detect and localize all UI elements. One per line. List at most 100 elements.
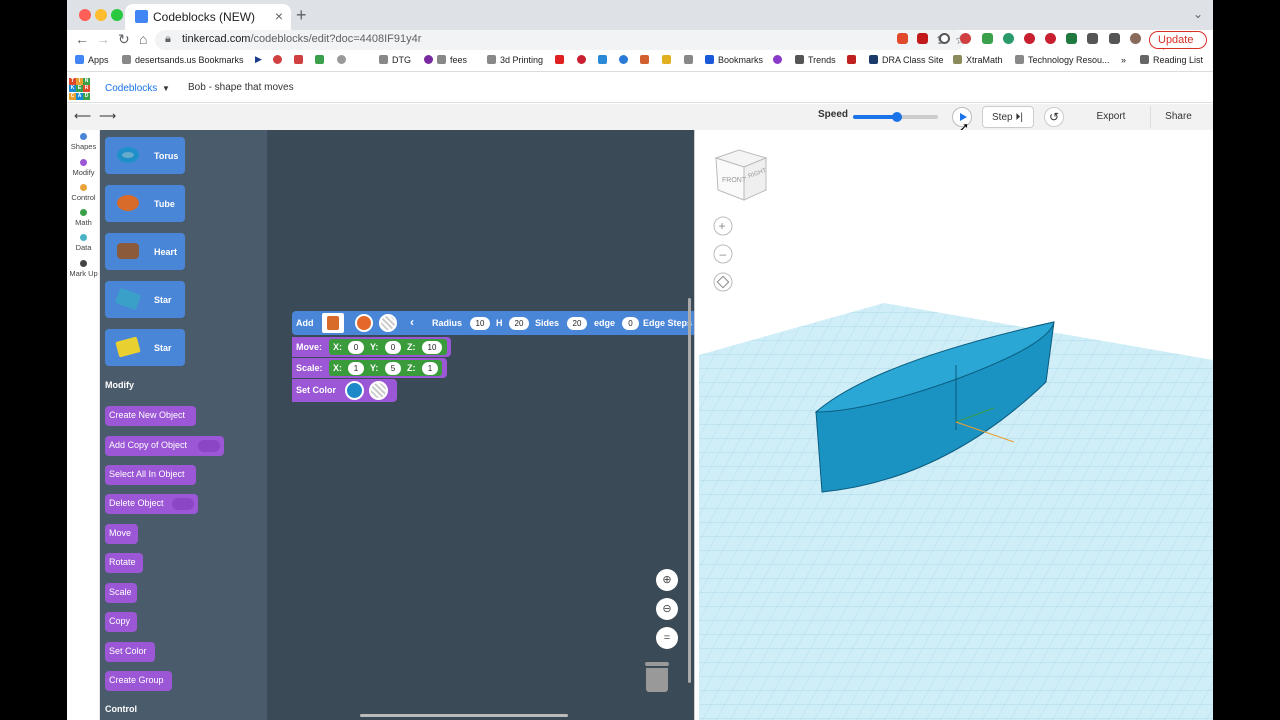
bookmark-icon[interactable] bbox=[337, 55, 350, 65]
bookmark-icon[interactable] bbox=[847, 55, 860, 65]
create-new-object-block[interactable]: Create New Object bbox=[105, 406, 196, 426]
bookmark-icon[interactable] bbox=[315, 55, 328, 65]
avatar[interactable] bbox=[1130, 33, 1141, 44]
bookmark-icon[interactable] bbox=[598, 55, 611, 65]
bookmark-3d-printing[interactable]: 3d Printing bbox=[487, 55, 543, 65]
fit-view-icon[interactable] bbox=[713, 272, 733, 292]
reset-zoom-button[interactable]: = bbox=[656, 627, 678, 649]
scale-z-input[interactable]: 1 bbox=[422, 362, 438, 375]
category-data[interactable]: Data bbox=[67, 234, 100, 252]
puzzle-icon[interactable] bbox=[1087, 33, 1098, 44]
color-swatch[interactable] bbox=[355, 314, 373, 332]
star-block[interactable]: Star bbox=[105, 281, 185, 318]
create-group-block[interactable]: Create Group bbox=[105, 671, 172, 691]
scale-block[interactable]: Scale: X: 1 Y: 5 Z: 1 bbox=[292, 358, 447, 378]
hole-swatch[interactable] bbox=[369, 381, 388, 400]
view-cube[interactable]: FRONT RIGHT bbox=[714, 149, 768, 201]
bookmark-dra-class-site[interactable]: DRA Class Site bbox=[869, 55, 944, 65]
bookmark-folder[interactable]: desertsands.us Bookmarks bbox=[122, 55, 244, 65]
bookmark-icon[interactable] bbox=[662, 55, 675, 65]
trash-icon[interactable] bbox=[645, 662, 669, 692]
move-y-input[interactable]: 0 bbox=[385, 341, 401, 354]
browser-tab[interactable]: Codeblocks (NEW) × bbox=[125, 4, 291, 30]
bookmark-icon[interactable] bbox=[773, 55, 786, 65]
reading-list[interactable]: Reading List bbox=[1140, 55, 1203, 65]
tab-search-icon[interactable]: ⌄ bbox=[1193, 7, 1203, 21]
bookmark-technology[interactable]: Technology Resou... bbox=[1015, 55, 1110, 65]
copy-block[interactable]: Copy bbox=[105, 612, 137, 632]
bookmark-play-icon[interactable]: ▶ bbox=[255, 54, 262, 65]
bookmark-dtg[interactable]: DTG bbox=[379, 55, 411, 65]
set-color-block[interactable]: Set Color bbox=[105, 642, 155, 662]
add-shape-block[interactable]: Add ‹ Radius 10 H 20 Sides 20 edge 0 Edg… bbox=[292, 311, 694, 335]
reading-list-icon[interactable] bbox=[1109, 33, 1120, 44]
category-mark-up[interactable]: Mark Up bbox=[67, 260, 100, 278]
category-control[interactable]: Control bbox=[67, 184, 100, 202]
extension-icon[interactable] bbox=[982, 33, 993, 44]
scale-block[interactable]: Scale bbox=[105, 583, 137, 603]
bookmark-bookmarks[interactable]: Bookmarks bbox=[705, 55, 763, 65]
step-button[interactable]: Step ⏵| bbox=[982, 106, 1034, 128]
add-copy-of-object-block[interactable]: Add Copy of Object bbox=[105, 436, 224, 456]
undo-icon[interactable]: ⟵ bbox=[74, 109, 91, 123]
speed-slider[interactable] bbox=[853, 112, 938, 122]
tube-block[interactable]: Tube bbox=[105, 185, 185, 222]
chevron-left-icon[interactable]: ‹ bbox=[410, 315, 414, 329]
workspace-vertical-scrollbar[interactable] bbox=[688, 298, 691, 683]
sides-input[interactable]: 20 bbox=[567, 317, 587, 330]
height-input[interactable]: 20 bbox=[509, 317, 529, 330]
bookmark-icon[interactable] bbox=[577, 55, 590, 65]
move-x-input[interactable]: 0 bbox=[348, 341, 364, 354]
heart-block[interactable]: Heart bbox=[105, 233, 185, 270]
extension-icon[interactable] bbox=[960, 33, 971, 44]
bookmark-apps[interactable]: Apps bbox=[75, 55, 109, 65]
redo-icon[interactable]: ⟶ bbox=[99, 109, 116, 123]
edge-input[interactable]: 0 bbox=[622, 317, 639, 330]
set-color-block[interactable]: Set Color bbox=[292, 379, 397, 402]
bookmark-icon[interactable] bbox=[273, 55, 286, 65]
move-block[interactable]: Move: X: 0 Y: 0 Z: 10 bbox=[292, 337, 451, 357]
category-math[interactable]: Math bbox=[67, 209, 100, 227]
extension-icon[interactable] bbox=[917, 33, 928, 44]
back-icon[interactable]: ← bbox=[75, 31, 89, 47]
category-shapes[interactable]: Shapes bbox=[67, 133, 100, 151]
code-workspace[interactable]: Add ‹ Radius 10 H 20 Sides 20 edge 0 Edg… bbox=[267, 130, 694, 720]
new-tab-icon[interactable]: + bbox=[296, 5, 307, 26]
zoom-out-icon[interactable]: – bbox=[713, 244, 733, 264]
tinkercad-logo[interactable]: T I N K E R C A D bbox=[69, 78, 91, 100]
bookmark-icon[interactable] bbox=[294, 55, 307, 65]
bookmark-xtramath[interactable]: XtraMath bbox=[953, 55, 1003, 65]
select-all-in-object-block[interactable]: Select All In Object bbox=[105, 465, 196, 485]
3d-viewport[interactable]: FRONT RIGHT + – bbox=[694, 130, 1213, 720]
move-block[interactable]: Move bbox=[105, 524, 138, 544]
delete-object-block[interactable]: Delete Object bbox=[105, 494, 198, 514]
bookmark-icon[interactable] bbox=[640, 55, 653, 65]
bookmark-fees[interactable]: fees bbox=[424, 55, 467, 65]
power-icon[interactable] bbox=[939, 33, 950, 44]
bookmark-icon[interactable] bbox=[684, 55, 697, 65]
block-input-slot[interactable] bbox=[198, 440, 220, 452]
torus-block[interactable]: Torus bbox=[105, 137, 185, 174]
app-switcher[interactable]: Codeblocks bbox=[105, 83, 157, 94]
zoom-in-icon[interactable]: + bbox=[713, 216, 733, 236]
radius-input[interactable]: 10 bbox=[470, 317, 490, 330]
close-window-icon[interactable] bbox=[79, 9, 91, 21]
color-swatch[interactable] bbox=[345, 381, 364, 400]
move-z-input[interactable]: 10 bbox=[422, 341, 442, 354]
pinterest-icon[interactable] bbox=[1024, 33, 1035, 44]
scale-y-input[interactable]: 5 bbox=[385, 362, 401, 375]
star-block[interactable]: Star bbox=[105, 329, 185, 366]
lock-icon[interactable]: 🔒︎ bbox=[165, 33, 171, 46]
bookmark-trends[interactable]: Trends bbox=[795, 55, 836, 65]
panel-divider[interactable] bbox=[694, 130, 695, 720]
reset-button[interactable]: ↺ bbox=[1044, 107, 1064, 127]
speed-slider-handle[interactable] bbox=[892, 112, 903, 122]
extension-icon[interactable] bbox=[1066, 33, 1077, 44]
forward-icon[interactable]: → bbox=[96, 31, 110, 47]
extension-icon[interactable] bbox=[1003, 33, 1014, 44]
bookmark-icon[interactable] bbox=[555, 55, 568, 65]
zoom-out-button[interactable]: ⊖ bbox=[656, 598, 678, 620]
rotate-block[interactable]: Rotate bbox=[105, 553, 143, 573]
block-input-slot[interactable] bbox=[172, 498, 194, 510]
3d-scene[interactable]: FRONT RIGHT + – bbox=[694, 130, 1213, 720]
